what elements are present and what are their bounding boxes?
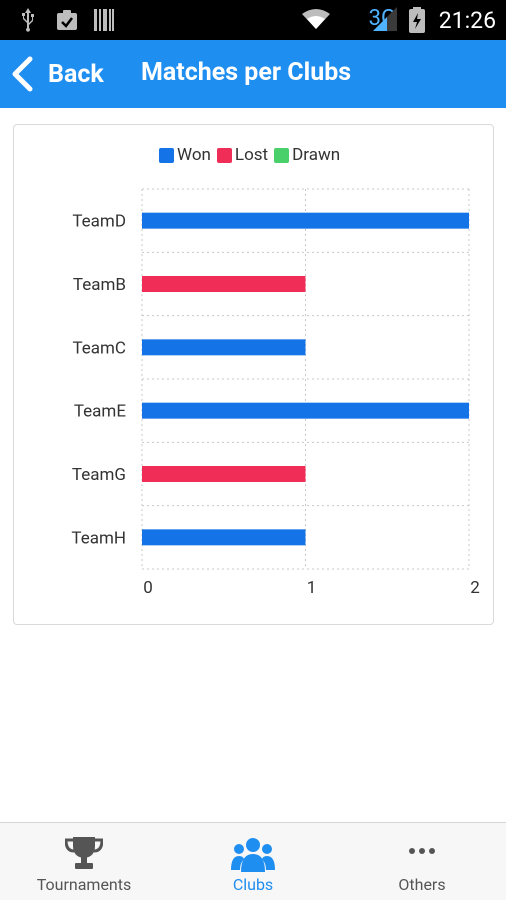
app-bar: Back Matches per Clubs xyxy=(0,40,506,108)
bar-chart: TeamD TeamB TeamC TeamE TeamG TeamH 0 1 2 xyxy=(71,188,480,598)
bar-lost xyxy=(142,276,306,292)
back-label: Back xyxy=(48,59,104,89)
nav-tournaments[interactable]: Tournaments xyxy=(0,823,168,900)
category-label: TeamB xyxy=(73,275,126,295)
chart-card: Won Lost Drawn TeamD TeamB TeamC TeamE TeamG… xyxy=(13,124,494,625)
nav-clubs[interactable]: Clubs xyxy=(169,823,337,900)
clipboard-check-icon xyxy=(57,10,77,30)
signal-icon xyxy=(373,7,397,31)
clock: 21:26 xyxy=(438,7,496,34)
x-tick-label: 0 xyxy=(143,578,153,598)
category-label: TeamG xyxy=(72,465,126,485)
more-icon xyxy=(409,848,435,854)
bar-won xyxy=(142,212,469,229)
x-tick-label: 2 xyxy=(470,578,480,598)
page-title: Matches per Clubs xyxy=(141,58,352,87)
nav-label-clubs: Clubs xyxy=(232,875,274,894)
chevron-left-icon xyxy=(12,56,33,92)
battery-charging-icon xyxy=(409,7,425,33)
nav-others[interactable]: Others xyxy=(338,823,506,900)
wifi-icon xyxy=(302,9,330,29)
nav-label-tournaments: Tournaments xyxy=(36,875,132,894)
bar-won xyxy=(142,402,469,419)
bar-lost xyxy=(142,466,306,482)
category-label: TeamH xyxy=(71,528,126,548)
back-button[interactable]: Back xyxy=(10,52,104,96)
bottom-navigation: Tournaments Clubs Others xyxy=(0,822,506,900)
x-tick-label: 1 xyxy=(307,578,317,598)
category-label: TeamD xyxy=(72,212,126,232)
category-label: TeamE xyxy=(74,402,126,422)
barcode-icon xyxy=(94,9,114,31)
bar-won xyxy=(142,339,306,356)
status-bar: 3G 21:26 xyxy=(0,0,506,40)
trophy-icon xyxy=(65,837,103,869)
bar-won xyxy=(142,529,306,546)
group-icon xyxy=(231,838,275,872)
category-label: TeamC xyxy=(72,338,126,358)
nav-label-others: Others xyxy=(398,875,446,894)
usb-icon xyxy=(22,8,34,32)
